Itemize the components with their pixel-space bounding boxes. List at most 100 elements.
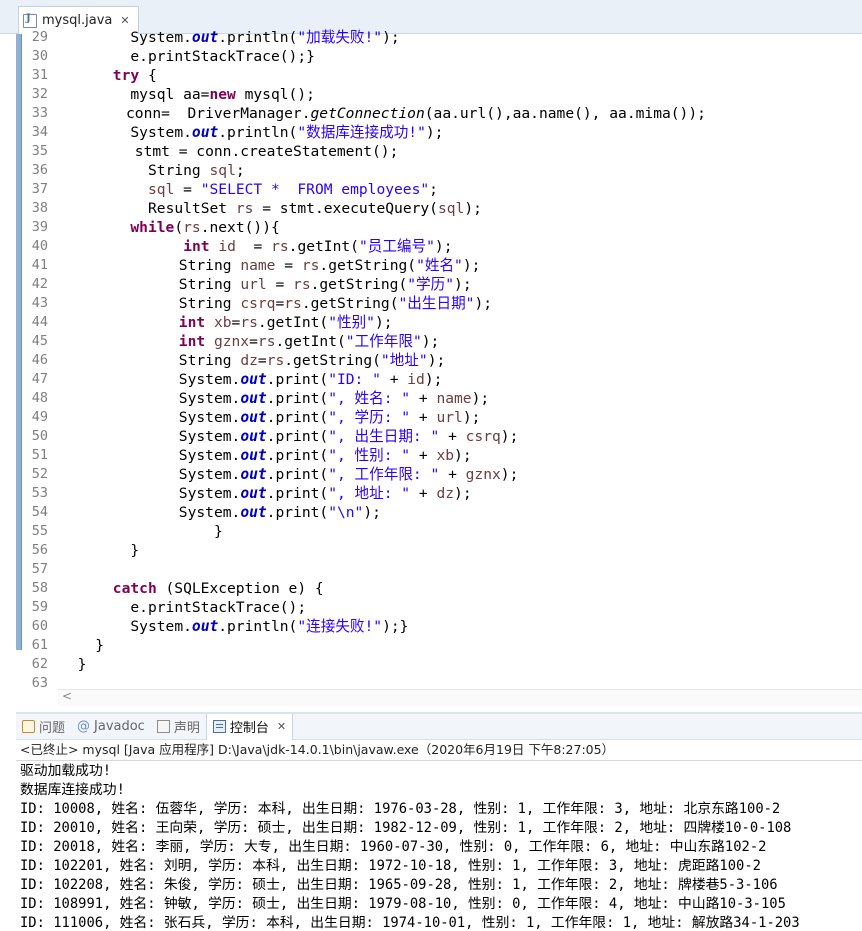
code-text: System.out.print(", 地址: " + dz);	[179, 484, 472, 503]
code-text: catch (SQLException e) {	[113, 579, 324, 598]
close-icon[interactable]: ✕	[277, 720, 286, 733]
line-number: 48	[28, 389, 48, 408]
code-line: 29 System.out.println("加载失败!");	[16, 28, 862, 47]
console-icon	[213, 720, 226, 733]
code-text: System.out.println("连接失败!");}	[130, 617, 408, 636]
code-text: int xb=rs.getInt("性别");	[179, 313, 393, 332]
javadoc-icon: @	[77, 720, 90, 733]
line-number: 35	[28, 142, 48, 161]
tab-console[interactable]: 控制台 ✕	[206, 714, 293, 740]
code-text: int id = rs.getInt("员工编号");	[183, 237, 452, 256]
line-number: 42	[28, 275, 48, 294]
code-line: 36String sql;	[16, 161, 862, 180]
line-number: 53	[28, 484, 48, 503]
line-number: 32	[28, 85, 48, 104]
code-line: 45 int gznx=rs.getInt("工作年限");	[16, 332, 862, 351]
line-number: 41	[28, 256, 48, 275]
code-text: String name = rs.getString("姓名");	[179, 256, 481, 275]
line-number: 59	[28, 598, 48, 617]
tab-label: Javadoc	[94, 719, 145, 734]
code-line: 30e.printStackTrace();}	[16, 47, 862, 66]
console-line: ID: 20018, 姓名: 李丽, 学历: 大专, 出生日期: 1960-07…	[20, 838, 766, 857]
tab-label: 控制台	[230, 717, 269, 736]
code-text: System.out.print(", 姓名: " + name);	[179, 389, 489, 408]
code-text: System.out.println("加载失败!");	[130, 28, 399, 47]
line-number: 51	[28, 446, 48, 465]
code-line: 50 System.out.print(", 出生日期: " + csrq);	[16, 427, 862, 446]
tab-javadoc[interactable]: @ Javadoc	[71, 714, 151, 740]
code-line: 32 mysql aa=new mysql();	[16, 85, 862, 104]
console-line: 驱动加载成功!	[20, 762, 111, 781]
code-line: 31try {	[16, 66, 862, 85]
tab-problems[interactable]: 问题	[16, 714, 71, 740]
java-file-icon	[23, 14, 37, 28]
code-line: 46String dz=rs.getString("地址");	[16, 351, 862, 370]
scroll-left-icon[interactable]: <	[62, 689, 72, 703]
tab-declaration[interactable]: 声明	[151, 714, 206, 740]
horizontal-scrollbar[interactable]: <	[58, 689, 862, 706]
line-number: 58	[28, 579, 48, 598]
code-text: mysql aa=new mysql();	[130, 85, 315, 104]
code-line: 33conn= DriverManager.getConnection(aa.u…	[16, 104, 862, 123]
code-text: System.out.print(", 性别: " + xb);	[179, 446, 472, 465]
code-line: 43 String csrq=rs.getString("出生日期");	[16, 294, 862, 313]
console-line: ID: 111006, 姓名: 张石兵, 学历: 本科, 出生日期: 1974-…	[20, 914, 800, 931]
code-line: 53 System.out.print(", 地址: " + dz);	[16, 484, 862, 503]
code-text: e.printStackTrace();	[130, 598, 306, 617]
line-number: 63	[28, 674, 48, 693]
code-text: }	[214, 522, 223, 541]
line-number: 45	[28, 332, 48, 351]
line-number: 36	[28, 161, 48, 180]
line-number: 60	[28, 617, 48, 636]
code-line: 61}	[16, 636, 862, 655]
code-line: 58 catch (SQLException e) {	[16, 579, 862, 598]
line-number: 29	[28, 28, 48, 47]
code-line: 54 System.out.print("\n");	[16, 503, 862, 522]
code-line: 62}	[16, 655, 862, 674]
console-divider	[16, 760, 862, 761]
line-number: 38	[28, 199, 48, 218]
console-tab-bar: 问题 @ Javadoc 声明 控制台 ✕	[16, 714, 862, 740]
code-line: 51 System.out.print(", 性别: " + xb);	[16, 446, 862, 465]
line-number: 62	[28, 655, 48, 674]
console-status: <已终止> mysql [Java 应用程序] D:\Java\jdk-14.0…	[20, 741, 614, 759]
code-line: 37sql = "SELECT * FROM employees";	[16, 180, 862, 199]
console-line: ID: 102208, 姓名: 朱俊, 学历: 硕士, 出生日期: 1965-0…	[20, 876, 778, 895]
code-text: int gznx=rs.getInt("工作年限");	[179, 332, 440, 351]
code-text: }	[130, 541, 139, 560]
close-icon[interactable]: ✕	[120, 14, 129, 27]
code-text: sql = "SELECT * FROM employees";	[148, 180, 438, 199]
code-text: System.out.print("\n");	[179, 503, 381, 522]
line-number: 39	[28, 218, 48, 237]
line-number: 52	[28, 465, 48, 484]
code-text: System.out.print(", 学历: " + url);	[179, 408, 481, 427]
code-line: 34System.out.println("数据库连接成功!");	[16, 123, 862, 142]
code-line: 38ResultSet rs = stmt.executeQuery(sql);	[16, 199, 862, 218]
line-number: 44	[28, 313, 48, 332]
code-line: 39while(rs.next()){	[16, 218, 862, 237]
code-editor[interactable]: 29System.out.println("加载失败!");30e.printS…	[16, 34, 862, 712]
line-number: 43	[28, 294, 48, 313]
code-line: 41 String name = rs.getString("姓名");	[16, 256, 862, 275]
code-text: System.out.print(", 出生日期: " + csrq);	[179, 427, 519, 446]
line-number: 54	[28, 503, 48, 522]
line-number: 55	[28, 522, 48, 541]
editor-tab-label: mysql.java	[42, 13, 112, 28]
code-text: conn= DriverManager.getConnection(aa.url…	[126, 104, 706, 123]
code-line: 48 System.out.print(", 姓名: " + name);	[16, 389, 862, 408]
code-line: 57	[16, 560, 862, 579]
line-number: 50	[28, 427, 48, 446]
code-text: System.out.print(", 工作年限: " + gznx);	[179, 465, 519, 484]
console-line: ID: 20010, 姓名: 王向荣, 学历: 硕士, 出生日期: 1982-1…	[20, 819, 791, 838]
line-number: 30	[28, 47, 48, 66]
code-text: try {	[113, 66, 157, 85]
declaration-icon	[157, 720, 170, 733]
code-line: 40int id = rs.getInt("员工编号");	[16, 237, 862, 256]
code-text: String csrq=rs.getString("出生日期");	[179, 294, 492, 313]
console-line: ID: 102201, 姓名: 刘明, 学历: 本科, 出生日期: 1972-1…	[20, 857, 761, 876]
code-line: 47System.out.print("ID: " + id);	[16, 370, 862, 389]
code-text: String url = rs.getString("学历");	[179, 275, 472, 294]
code-text: }	[78, 655, 87, 674]
line-number: 61	[28, 636, 48, 655]
code-line: 60 System.out.println("连接失败!");}	[16, 617, 862, 636]
